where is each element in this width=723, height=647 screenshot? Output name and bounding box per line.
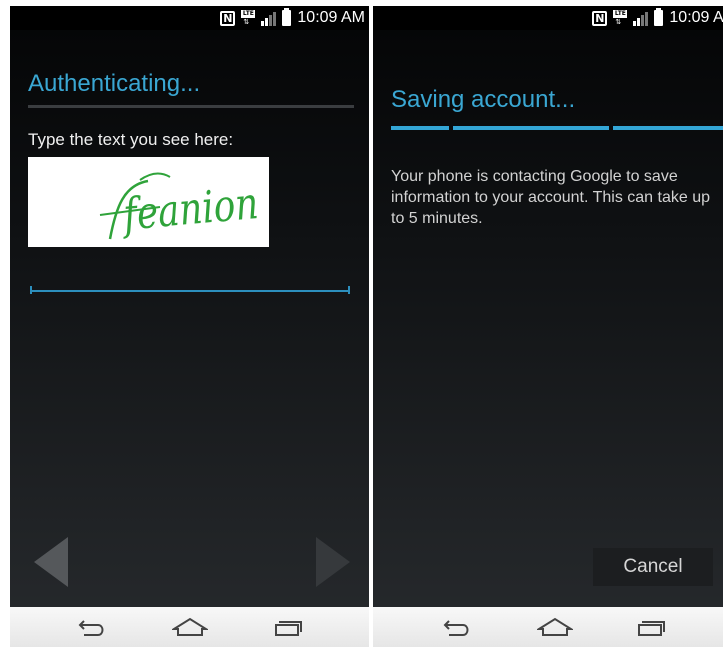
back-button[interactable] xyxy=(74,615,110,639)
nfc-icon: N xyxy=(220,10,236,26)
status-time: 10:09 AM xyxy=(297,9,365,26)
next-button[interactable] xyxy=(312,535,352,589)
status-icons: N LTE ⇅ 10:09 AM xyxy=(592,8,723,28)
navigation-bar xyxy=(10,607,369,647)
progress-segment xyxy=(453,126,609,130)
signal-icon xyxy=(633,11,649,26)
back-button[interactable] xyxy=(439,615,475,639)
lte-icon: LTE ⇅ xyxy=(241,10,256,26)
signal-icon xyxy=(261,11,277,26)
home-button[interactable] xyxy=(537,615,573,639)
prev-button[interactable] xyxy=(32,535,72,589)
back-icon xyxy=(78,620,104,636)
lte-label: LTE xyxy=(241,10,256,18)
captcha-input[interactable] xyxy=(30,268,350,292)
home-button[interactable] xyxy=(172,615,208,639)
nfc-icon: N xyxy=(592,10,608,26)
auth-content: Authenticating... Type the text you see … xyxy=(10,30,369,607)
page-title: Saving account... xyxy=(391,86,576,113)
recents-button[interactable] xyxy=(270,615,306,639)
authenticating-screen: N LTE ⇅ 10:09 AM Authenticating... Type … xyxy=(10,0,369,647)
lte-icon: LTE ⇅ xyxy=(613,10,628,26)
title-divider xyxy=(28,105,354,108)
status-icons: N LTE ⇅ 10:09 AM xyxy=(220,8,365,28)
home-icon xyxy=(537,617,573,636)
status-message: Your phone is contacting Google to save … xyxy=(391,168,710,227)
lte-label: LTE xyxy=(613,10,628,18)
captcha-text: feanion xyxy=(119,178,260,241)
recents-icon xyxy=(638,621,665,636)
arrow-right-icon xyxy=(316,537,350,587)
recents-icon xyxy=(275,621,302,636)
status-time: 10:09 AM xyxy=(669,9,723,26)
back-icon xyxy=(443,620,469,636)
navigation-bar xyxy=(373,607,723,647)
arrow-left-icon xyxy=(34,537,68,587)
status-bar: N LTE ⇅ 10:09 AM xyxy=(373,6,723,30)
cancel-button[interactable]: Cancel xyxy=(593,548,713,586)
battery-icon xyxy=(654,8,664,26)
saving-content: Saving account... Your phone is contacti… xyxy=(373,30,723,607)
home-icon xyxy=(172,617,208,636)
captcha-image: feanion xyxy=(28,157,269,247)
battery-icon xyxy=(282,8,292,26)
progress-segment xyxy=(391,126,449,130)
status-bar: N LTE ⇅ 10:09 AM xyxy=(10,6,369,30)
recents-button[interactable] xyxy=(633,615,669,639)
saving-account-screen: N LTE ⇅ 10:09 AM Saving account... Your … xyxy=(373,0,723,647)
progress-segment xyxy=(613,126,723,130)
captcha-prompt: Type the text you see here: xyxy=(28,130,234,149)
page-title: Authenticating... xyxy=(28,70,201,97)
